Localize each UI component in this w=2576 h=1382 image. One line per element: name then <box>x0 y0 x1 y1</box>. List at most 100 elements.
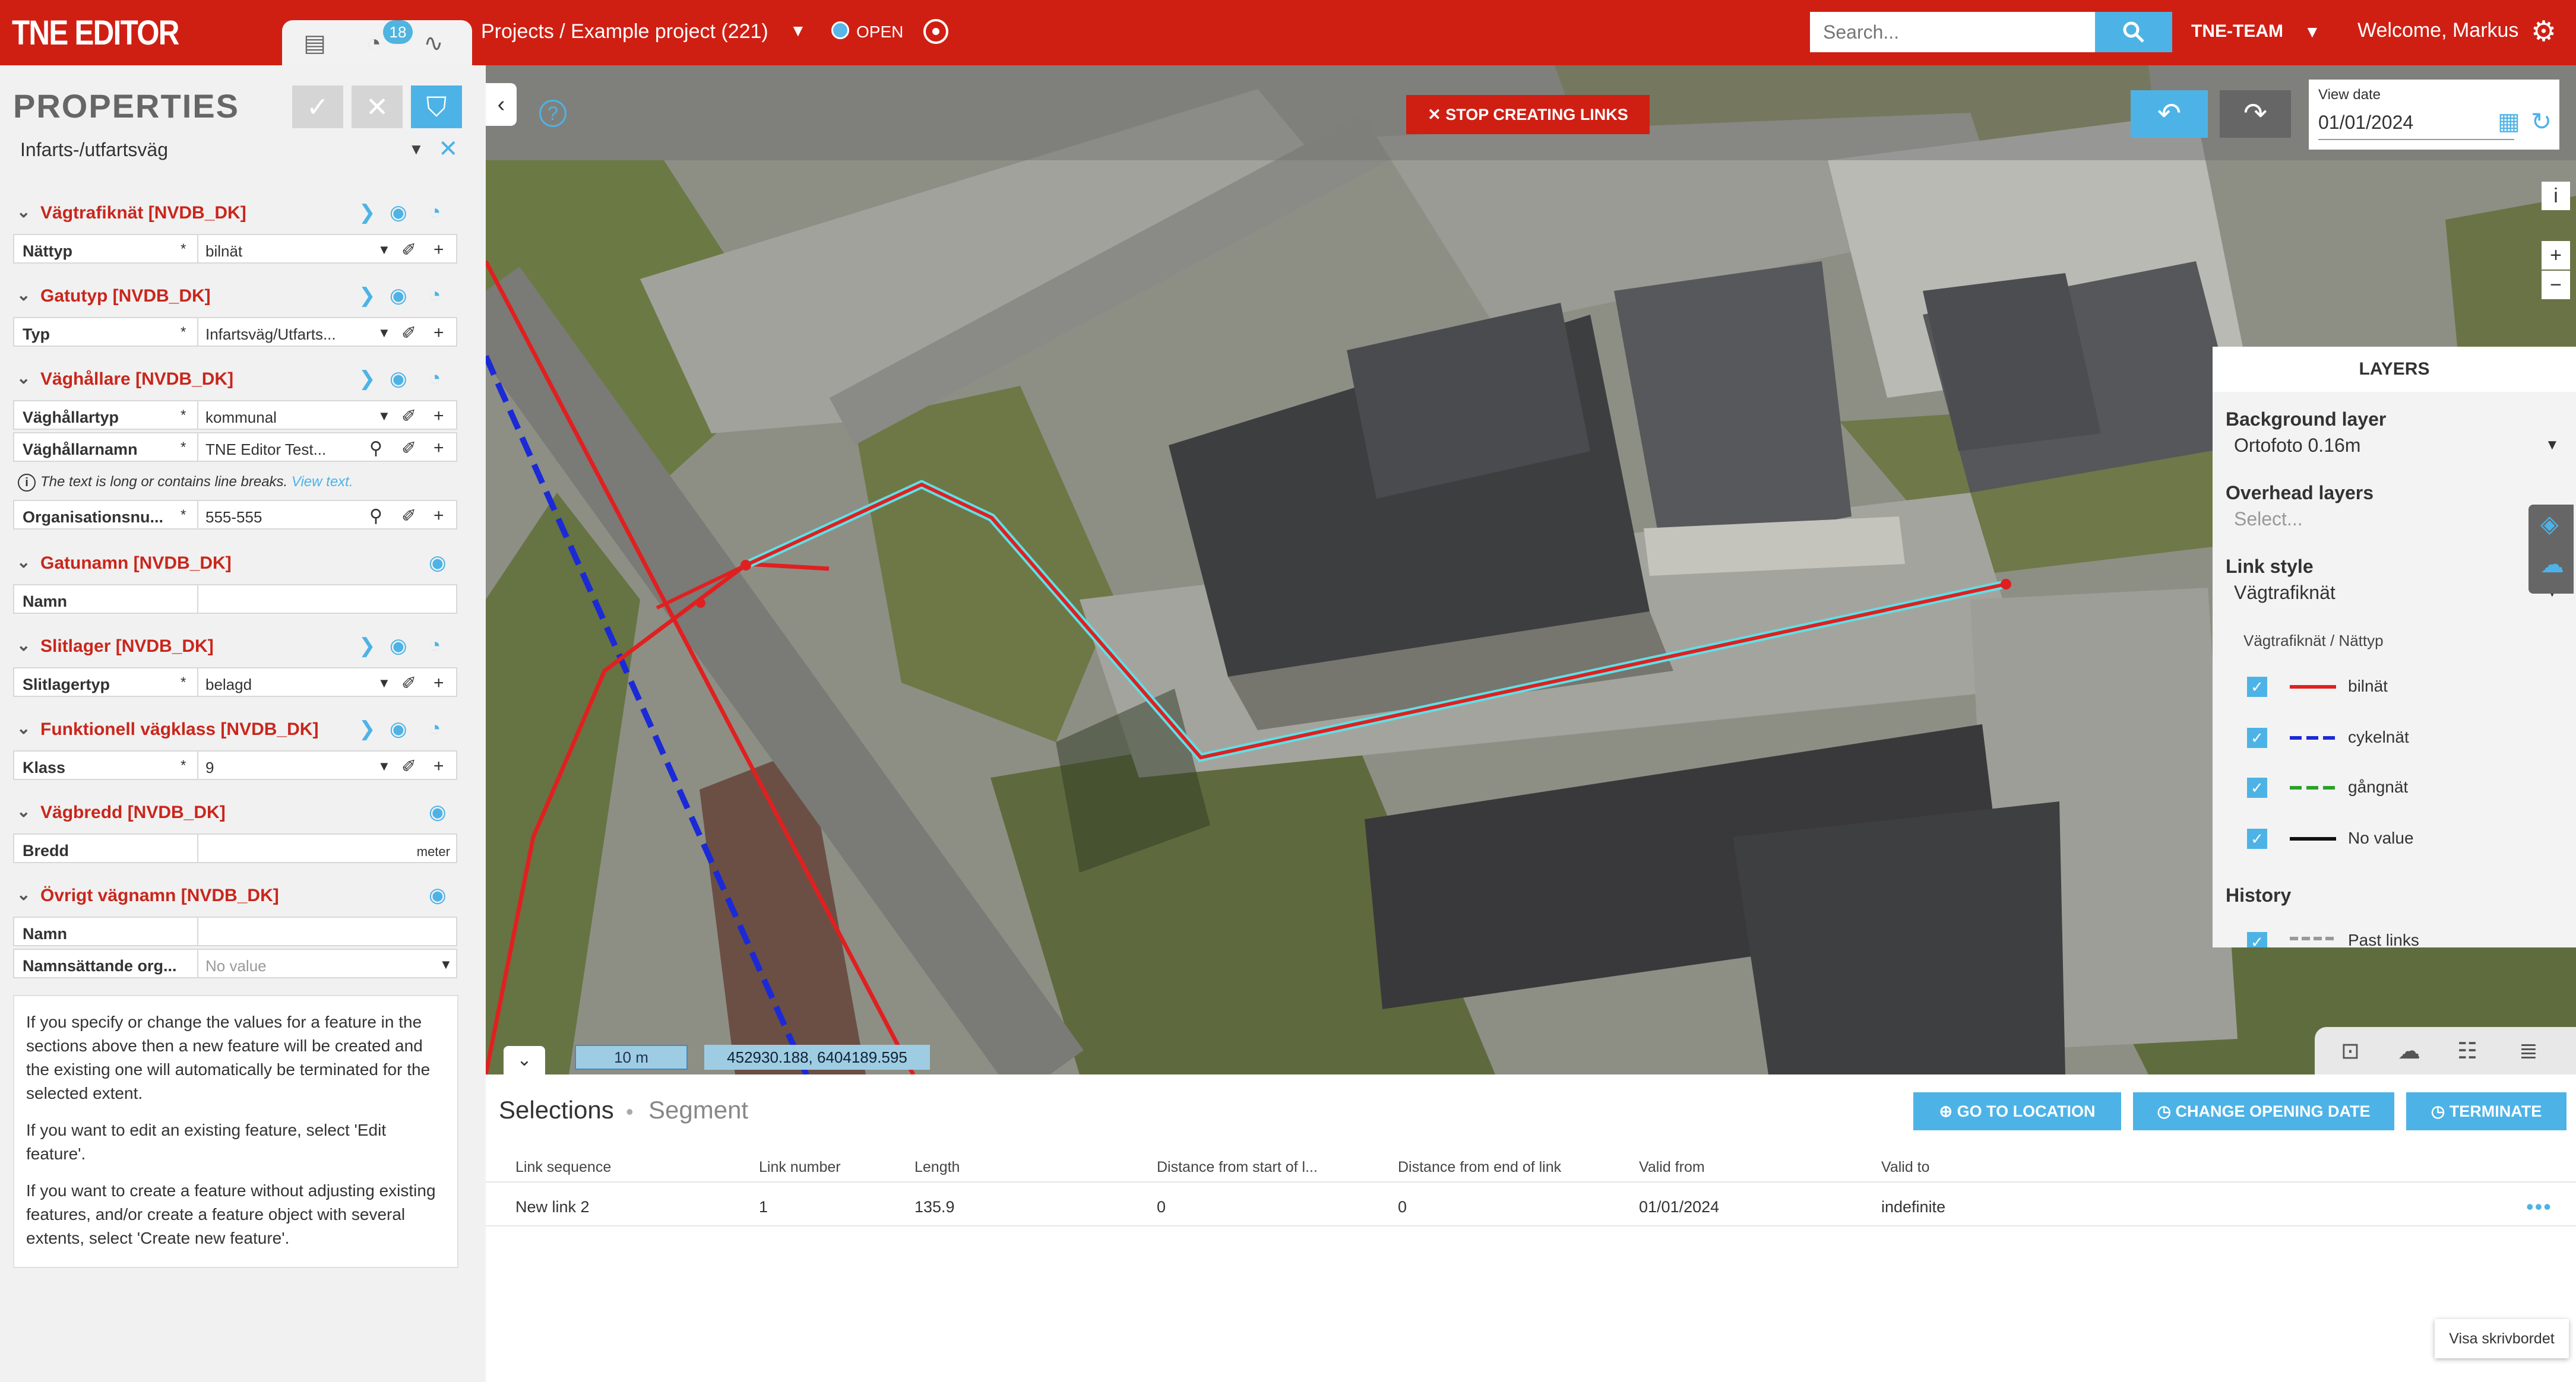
history-icon[interactable]: ◔ <box>429 367 441 390</box>
view-date-value[interactable]: 01/01/2024 <box>2318 112 2413 134</box>
selections-title[interactable]: Selections <box>499 1096 614 1124</box>
eye-icon[interactable]: ◉ <box>390 717 407 741</box>
chevron-down-icon[interactable]: ⌄ <box>17 552 30 572</box>
field-value[interactable]: No value <box>205 957 267 975</box>
section-ovrigt-vagnamn[interactable]: ⌄ Övrigt vägnamn [NVDB_DK] ◉ <box>13 882 464 908</box>
chevron-down-icon[interactable]: ▼ <box>378 325 391 341</box>
layer-toggle-tab[interactable]: ◈ ☁ <box>2528 505 2574 594</box>
eraser-icon[interactable]: ✐ <box>401 438 416 459</box>
field-value[interactable]: belagd <box>205 676 252 694</box>
section-gatutyp[interactable]: ⌄ Gatutyp [NVDB_DK] ❯ ◉ ◔ <box>13 283 464 309</box>
field-value[interactable]: bilnät <box>205 242 242 261</box>
column-header[interactable]: Length <box>914 1159 960 1176</box>
pin-icon[interactable]: ⚲ <box>369 506 382 527</box>
chevron-down-icon[interactable]: ▼ <box>790 21 806 40</box>
table-row[interactable]: New link 2 1 135.9 0 0 01/01/2024 indefi… <box>486 1184 2576 1226</box>
chevron-down-icon[interactable]: ⌄ <box>17 368 30 388</box>
history-icon[interactable]: ◔ <box>429 284 441 307</box>
search-button[interactable] <box>2095 12 2172 52</box>
chevron-down-icon[interactable]: ⌄ <box>17 202 30 221</box>
chevron-down-icon[interactable]: ⌄ <box>17 635 30 655</box>
paint-roller-button[interactable]: ⛉ <box>411 85 462 128</box>
more-options-icon[interactable]: ••• <box>2526 1194 2552 1219</box>
chevron-down-icon[interactable]: ▼ <box>378 676 391 691</box>
document-icon[interactable]: ▤ <box>300 28 330 58</box>
forward-icon[interactable]: ❯ <box>359 284 376 308</box>
activity-chart-icon[interactable]: ∿ <box>419 28 448 58</box>
section-gatunamn[interactable]: ⌄ Gatunamn [NVDB_DK] ◉ <box>13 550 464 576</box>
forward-icon[interactable]: ❯ <box>359 367 376 391</box>
collapse-panel-button[interactable]: ‹ <box>486 83 517 126</box>
search-input[interactable] <box>1810 12 2095 52</box>
chevron-down-icon[interactable]: ▼ <box>439 957 452 972</box>
add-icon[interactable]: + <box>433 673 444 693</box>
history-icon[interactable]: ◔ <box>429 717 441 740</box>
cloud-upload-icon[interactable]: ☁ <box>2398 1038 2420 1064</box>
eraser-icon[interactable]: ✐ <box>401 406 416 427</box>
eraser-icon[interactable]: ✐ <box>401 323 416 344</box>
eye-icon[interactable]: ◉ <box>390 634 407 658</box>
legend-checkbox-gangnat[interactable]: ✓ <box>2247 778 2267 798</box>
redo-button[interactable]: ↷ <box>2220 90 2291 138</box>
eye-icon[interactable]: ◉ <box>390 201 407 224</box>
section-funktionell-vagklass[interactable]: ⌄ Funktionell vägklass [NVDB_DK] ❯ ◉ ◔ <box>13 716 464 742</box>
forward-icon[interactable]: ❯ <box>359 634 376 658</box>
map-view[interactable]: ? ✕ STOP CREATING LINKS ↶ ↷ View date 01… <box>486 65 2576 1074</box>
field-typ[interactable]: Typ * Infartsväg/Utfarts... ▼ ✐ + <box>13 317 457 347</box>
link-style-select[interactable]: Vägtrafiknät <box>2234 582 2336 604</box>
forward-icon[interactable]: ❯ <box>359 201 376 224</box>
chevron-down-icon[interactable]: ▼ <box>2304 23 2321 42</box>
history-icon[interactable]: ◔ <box>429 201 441 224</box>
zoom-out-button[interactable]: − <box>2542 271 2570 299</box>
add-icon[interactable]: + <box>433 240 444 260</box>
section-vagtrafiknat[interactable]: ⌄ Vägtrafiknät [NVDB_DK] ❯ ◉ ◔ <box>13 199 464 226</box>
stop-creating-links-button[interactable]: ✕ STOP CREATING LINKS <box>1406 95 1650 134</box>
legend-checkbox-bilnat[interactable]: ✓ <box>2247 677 2267 697</box>
add-icon[interactable]: + <box>433 506 444 526</box>
view-date-picker[interactable]: View date 01/01/2024 ▦ ↻ <box>2309 80 2559 150</box>
field-value[interactable]: 555-555 <box>205 508 262 527</box>
legend-checkbox-cykelnat[interactable]: ✓ <box>2247 728 2267 748</box>
go-to-location-button[interactable]: ⊕ GO TO LOCATION <box>1913 1092 2121 1130</box>
eye-icon[interactable]: ◉ <box>429 883 447 907</box>
collapse-map-button[interactable]: ⌄ <box>504 1046 545 1074</box>
field-organisationsnr[interactable]: Organisationsnu... * 555-555 ⚲ ✐ + <box>13 500 457 530</box>
zoom-in-button[interactable]: + <box>2542 241 2570 270</box>
chevron-down-icon[interactable]: ▼ <box>378 759 391 774</box>
legend-checkbox-no-value[interactable]: ✓ <box>2247 829 2267 849</box>
section-slitlager[interactable]: ⌄ Slitlager [NVDB_DK] ❯ ◉ ◔ <box>13 633 464 659</box>
chevron-down-icon[interactable]: ⌄ <box>17 801 30 821</box>
view-text-link[interactable]: View text. <box>292 474 353 490</box>
eraser-icon[interactable]: ✐ <box>401 673 416 694</box>
column-header[interactable]: Link number <box>759 1159 841 1176</box>
undo-button[interactable]: ↶ <box>2131 90 2208 138</box>
add-icon[interactable]: + <box>433 323 444 343</box>
fullscreen-icon[interactable]: ⊡ <box>2341 1038 2360 1064</box>
change-opening-date-button[interactable]: ◷ CHANGE OPENING DATE <box>2133 1092 2394 1130</box>
field-vaghallartyp[interactable]: Väghållartyp * kommunal ▼ ✐ + <box>13 400 457 430</box>
field-bredd[interactable]: Bredd meter <box>13 833 457 863</box>
chevron-down-icon[interactable]: ⌄ <box>17 718 30 738</box>
add-icon[interactable]: + <box>433 438 444 458</box>
column-header[interactable]: Valid to <box>1881 1159 1930 1176</box>
field-value[interactable]: kommunal <box>205 408 277 427</box>
field-value[interactable]: Infartsväg/Utfarts... <box>205 325 336 344</box>
gear-icon[interactable]: ⚙ <box>2531 18 2556 46</box>
layers-icon[interactable]: ◈ <box>2540 511 2559 538</box>
eye-icon[interactable]: ◉ <box>390 284 407 308</box>
chevron-down-icon[interactable]: ⌄ <box>17 285 30 305</box>
field-namnsattande[interactable]: Namnsättande org... No value ▼ <box>13 949 457 978</box>
eraser-icon[interactable]: ✐ <box>401 240 416 261</box>
show-desktop-button[interactable]: Visa skrivbordet <box>2435 1319 2569 1358</box>
field-klass[interactable]: Klass * 9 ▼ ✐ + <box>13 750 457 780</box>
segment-tab[interactable]: Segment <box>648 1096 748 1124</box>
section-vagbredd[interactable]: ⌄ Vägbredd [NVDB_DK] ◉ <box>13 799 464 825</box>
history-icon[interactable]: ◔ <box>429 634 441 657</box>
overhead-layers-select[interactable]: Select... <box>2234 508 2303 530</box>
help-icon[interactable]: ? <box>539 100 567 127</box>
info-icon[interactable]: i <box>2542 182 2570 210</box>
eye-icon[interactable]: ◉ <box>429 800 447 824</box>
column-header[interactable]: Distance from end of link <box>1398 1159 1561 1176</box>
calendar-icon[interactable]: ▦ <box>2498 108 2520 135</box>
field-value[interactable]: 9 <box>205 759 214 777</box>
